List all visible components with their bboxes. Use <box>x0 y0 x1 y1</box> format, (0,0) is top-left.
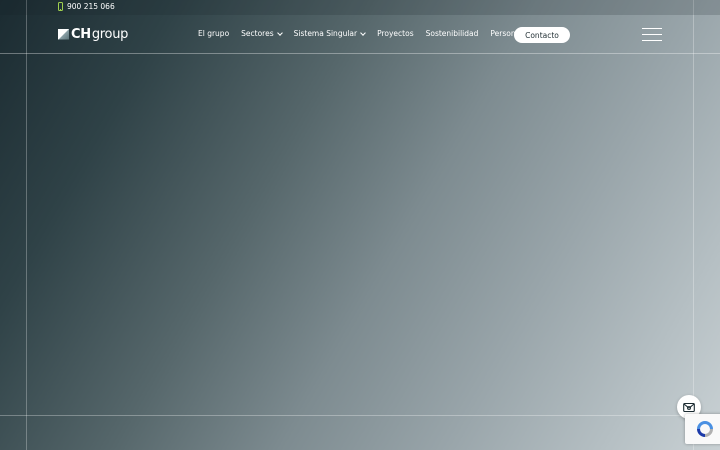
mail-icon <box>683 402 695 412</box>
logo-text-strong: CH <box>71 27 91 42</box>
logo-text-light: group <box>91 27 129 42</box>
nav-item-sistema-singular[interactable]: Sistema Singular <box>293 29 366 38</box>
nav-item-label: Sistema Singular <box>293 29 358 38</box>
logo-mark-icon <box>58 28 69 40</box>
nav-item-label: Sectores <box>241 29 274 38</box>
recaptcha-badge[interactable] <box>685 414 720 444</box>
nav-item-label: El grupo <box>198 29 230 38</box>
chgroup-logo[interactable]: CH group <box>58 27 128 42</box>
chevron-down-icon <box>276 29 283 36</box>
hamburger-line <box>642 28 662 30</box>
phone-icon <box>58 2 63 11</box>
nav-item-proyectos[interactable]: Proyectos <box>377 29 414 38</box>
nav-item-el-grupo[interactable]: El grupo <box>198 29 229 38</box>
contact-button[interactable]: Contacto <box>514 27 570 43</box>
main-nav: El grupo Sectores Sistema Singular Proye… <box>198 29 536 38</box>
chevron-down-icon <box>360 29 366 36</box>
nav-item-sostenibilidad[interactable]: Sostenibilidad <box>426 29 479 38</box>
hamburger-menu-icon[interactable] <box>642 28 662 41</box>
nav-item-sectores[interactable]: Sectores <box>241 29 283 38</box>
site-header: CH group El grupo Sectores Sistema Singu… <box>0 15 720 54</box>
nav-item-label: Proyectos <box>377 29 414 38</box>
hero-section <box>0 54 720 450</box>
hamburger-line <box>642 39 662 41</box>
phone-number: 900 215 066 <box>67 2 115 11</box>
hamburger-line <box>642 33 662 36</box>
top-bar: 900 215 066 <box>0 0 720 15</box>
nav-item-label: Sostenibilidad <box>425 29 479 38</box>
recaptcha-icon <box>697 421 713 437</box>
phone-link[interactable]: 900 215 066 <box>58 2 115 11</box>
